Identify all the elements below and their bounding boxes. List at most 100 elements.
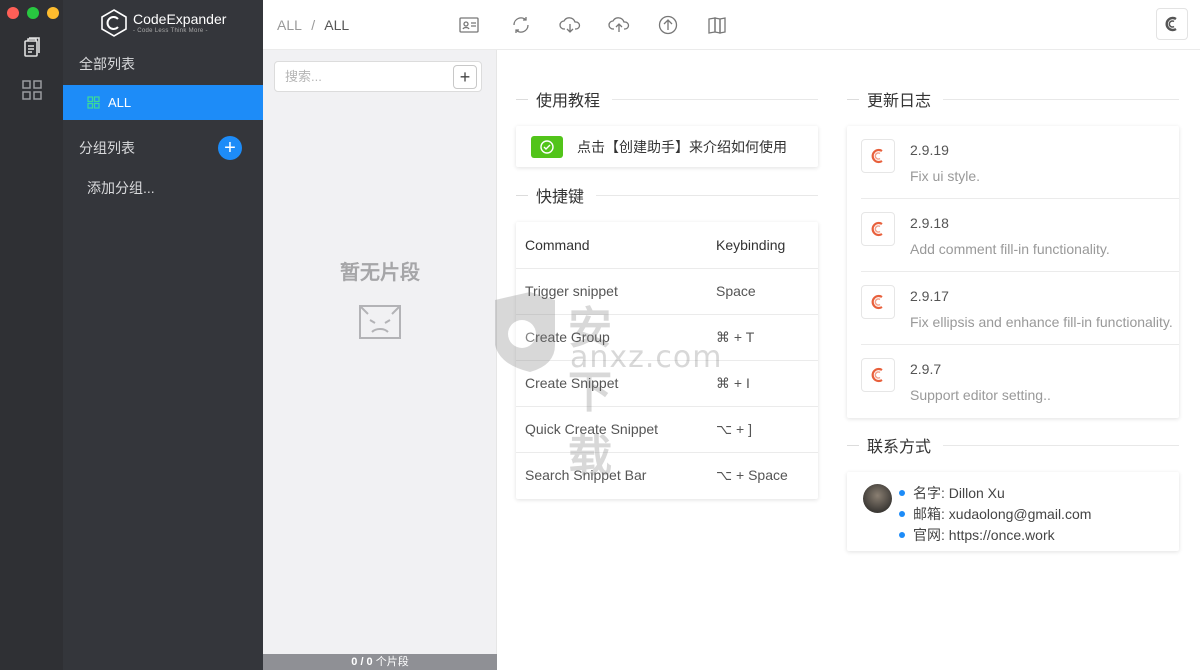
shortcut-key: ⌘ + T — [706, 314, 818, 361]
brand-name: CodeExpander — [133, 11, 227, 27]
empty-face-icon — [359, 305, 401, 339]
changelog-version: 2.9.19 — [910, 142, 949, 158]
empty-state-text: 暂无片段 — [340, 260, 420, 284]
shortcut-command: Quick Create Snippet — [516, 406, 706, 453]
id-card-icon[interactable] — [458, 14, 480, 36]
group-list-title: 分组列表 — [79, 140, 135, 156]
add-group-link[interactable]: 添加分组... — [87, 178, 155, 198]
shortcuts-title: 快捷键 — [536, 189, 585, 206]
add-snippet-button[interactable]: + — [453, 65, 477, 89]
clipboard-icon[interactable] — [20, 35, 44, 59]
snippet-count-suffix: 个片段 — [372, 656, 409, 668]
changelog-version: 2.9.17 — [910, 288, 949, 304]
tutorial-text: 点击【创建助手】来介绍如何使用 — [577, 138, 787, 155]
contact-name-row: 名字: Dillon Xu — [899, 483, 1005, 503]
search-box: + — [274, 61, 482, 92]
table-row: Create Snippet ⌘ + I — [516, 360, 818, 407]
search-input[interactable] — [275, 62, 445, 91]
changelog-section-header: 更新日志 — [847, 87, 1179, 111]
table-header-row: Command Keybinding — [516, 222, 818, 269]
contact-title: 联系方式 — [867, 439, 932, 456]
breadcrumb: ALL / ALL — [277, 17, 349, 33]
all-list-title: 全部列表 — [79, 56, 135, 72]
sync-icon[interactable] — [510, 14, 532, 36]
changelog-item: 2.9.19 Fix ui style. — [861, 126, 1179, 199]
column-header-command: Command — [516, 222, 706, 269]
cloud-upload-icon[interactable] — [608, 14, 630, 36]
check-circle-icon — [540, 139, 554, 154]
shortcuts-table-card: Command Keybinding Trigger snippet Space… — [516, 222, 818, 499]
close-window-button[interactable] — [7, 7, 19, 19]
tutorial-section-header: 使用教程 — [516, 87, 818, 111]
app-rail — [0, 0, 63, 670]
table-row: Trigger snippet Space — [516, 268, 818, 315]
minimize-window-button[interactable] — [47, 7, 59, 19]
changelog-desc: Add comment fill-in functionality. — [910, 241, 1110, 257]
maximize-window-button[interactable] — [27, 7, 39, 19]
main-content: 使用教程 点击【创建助手】来介绍如何使用 快捷键 Command Keybind… — [497, 51, 1200, 670]
grid-small-icon — [87, 96, 100, 109]
contact-card: 名字: Dillon Xu 邮箱: xudaolong@gmail.com 官网… — [847, 472, 1179, 551]
contact-section-header: 联系方式 — [847, 433, 1179, 457]
table-row: Create Group ⌘ + T — [516, 314, 818, 361]
shortcuts-table: Command Keybinding Trigger snippet Space… — [516, 222, 818, 498]
plus-icon: + — [459, 66, 471, 87]
contact-name: 名字: Dillon Xu — [913, 485, 1005, 501]
create-assistant-button[interactable] — [531, 135, 563, 158]
changelog-desc: Fix ellipsis and enhance fill-in functio… — [910, 314, 1173, 330]
changelog-title: 更新日志 — [867, 93, 932, 110]
book-icon[interactable] — [706, 14, 728, 36]
group-item-all-label: ALL — [108, 95, 132, 110]
brand-logo: CodeExpander - Code Less Think More - — [99, 8, 226, 38]
table-row: Search Snippet Bar ⌥ + Space — [516, 452, 818, 498]
contact-email-row: 邮箱: xudaolong@gmail.com — [899, 504, 1091, 524]
bullet-dot — [899, 490, 905, 496]
changelog-item: 2.9.17 Fix ellipsis and enhance fill-in … — [861, 272, 1179, 345]
codeexpander-icon — [861, 358, 895, 392]
snippet-count: 0 / 0 — [351, 656, 373, 668]
contact-site[interactable]: 官网: https://once.work — [913, 525, 1055, 545]
user-avatar-button[interactable] — [1156, 8, 1188, 40]
table-row: Quick Create Snippet ⌥ + ] — [516, 406, 818, 453]
author-avatar — [863, 484, 892, 513]
app-logo-icon — [1165, 16, 1177, 32]
shortcut-command: Trigger snippet — [516, 268, 706, 315]
tutorial-title: 使用教程 — [536, 93, 601, 110]
breadcrumb-separator: / — [311, 17, 316, 33]
shortcut-key: Space — [706, 268, 818, 315]
codeexpander-logo-icon — [101, 9, 127, 37]
codeexpander-icon — [861, 139, 895, 173]
codeexpander-icon — [861, 212, 895, 246]
arrow-up-circle-icon[interactable] — [657, 14, 679, 36]
snippet-count-footer: 0 / 0 个片段 — [263, 654, 497, 670]
tutorial-card[interactable]: 点击【创建助手】来介绍如何使用 — [516, 126, 818, 167]
changelog-item: 2.9.7 Support editor setting.. — [861, 345, 1179, 418]
brand-tagline: - Code Less Think More - — [133, 28, 208, 34]
column-header-keybinding: Keybinding — [706, 222, 818, 269]
changelog-version: 2.9.18 — [910, 215, 949, 231]
contact-site-row: 官网: https://once.work — [899, 525, 1055, 545]
changelog-version: 2.9.7 — [910, 361, 942, 377]
contact-email[interactable]: 邮箱: xudaolong@gmail.com — [913, 504, 1091, 524]
top-toolbar: ALL / ALL — [263, 0, 1200, 50]
snippet-list-panel: + 暂无片段 0 / 0 个片段 — [263, 50, 497, 670]
cloud-download-icon[interactable] — [559, 14, 581, 36]
bullet-dot — [899, 532, 905, 538]
breadcrumb-root[interactable]: ALL — [277, 17, 301, 33]
changelog-card: 2.9.19 Fix ui style. 2.9.18 Add comment … — [847, 126, 1179, 418]
shortcut-key: ⌥ + Space — [716, 466, 788, 483]
grid-icon[interactable] — [20, 78, 44, 102]
breadcrumb-current: ALL — [324, 17, 350, 33]
shortcut-key: ⌥ + ] — [706, 406, 818, 453]
shortcut-key: ⌘ + I — [706, 360, 818, 407]
bullet-dot — [899, 511, 905, 517]
changelog-desc: Support editor setting.. — [910, 387, 1051, 403]
group-item-all[interactable]: ALL — [63, 85, 263, 120]
codeexpander-icon — [861, 285, 895, 319]
shortcuts-section-header: 快捷键 — [516, 183, 818, 207]
shortcut-command: Search Snippet Bar — [525, 467, 647, 484]
changelog-desc: Fix ui style. — [910, 168, 981, 184]
plus-icon: + — [224, 137, 236, 159]
add-group-button[interactable]: + — [218, 136, 242, 160]
shortcut-command: Create Group — [516, 314, 706, 361]
